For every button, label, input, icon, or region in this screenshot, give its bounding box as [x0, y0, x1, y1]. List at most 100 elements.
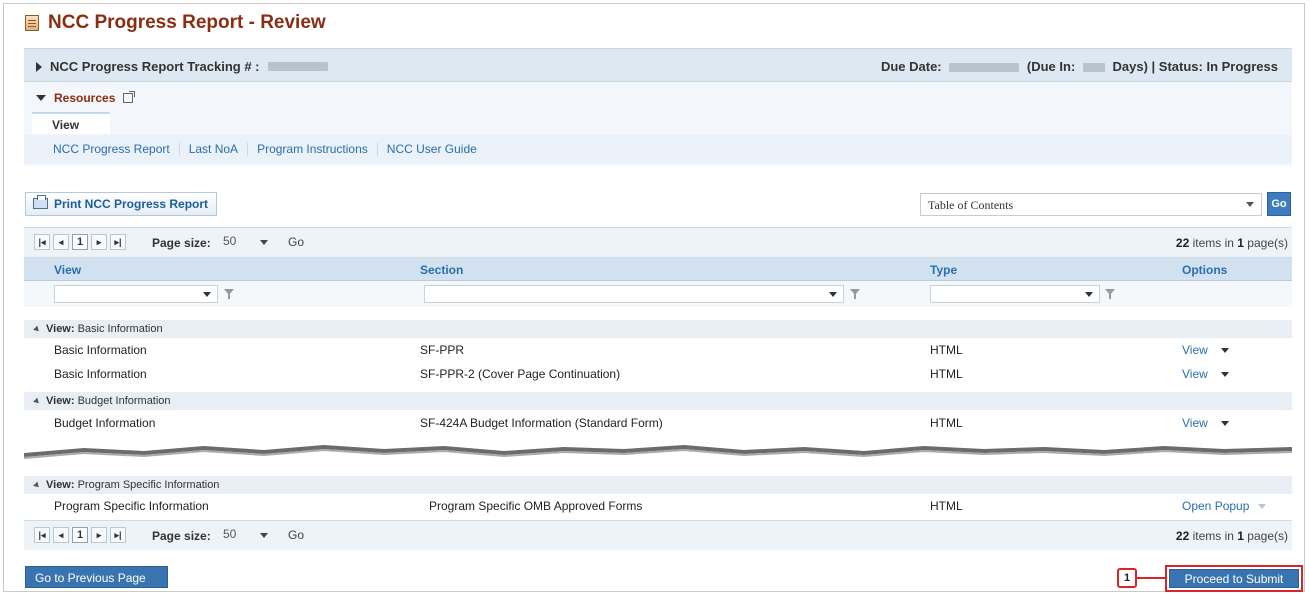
- report-icon: [25, 15, 39, 31]
- cell-type: HTML: [930, 343, 963, 357]
- table-row: Budget Information SF-424A Budget Inform…: [24, 411, 1292, 435]
- next-page-icon[interactable]: ▸: [91, 527, 107, 543]
- redacted-due-date: [949, 63, 1020, 73]
- group-label: Budget Information: [77, 395, 171, 407]
- group-prefix: View:: [46, 479, 75, 491]
- filter-icon[interactable]: [224, 289, 234, 299]
- pages-count-number: 1: [1237, 529, 1244, 543]
- page-size-go-button[interactable]: Go: [288, 235, 304, 249]
- torn-page-divider: [24, 439, 1292, 465]
- link-ncc-progress-report[interactable]: NCC Progress Report: [46, 142, 180, 156]
- resource-links: NCC Progress Report Last NoA Program Ins…: [24, 135, 1292, 163]
- tracking-label: NCC Progress Report Tracking # :: [50, 59, 260, 74]
- type-filter-input[interactable]: [930, 285, 1100, 303]
- collapse-arrow-icon: [33, 397, 41, 405]
- view-link[interactable]: View: [1182, 343, 1208, 357]
- items-count: 22 items in 1 page(s): [1176, 236, 1288, 250]
- items-count-text: items in: [1189, 236, 1238, 250]
- due-date-label: Due Date:: [880, 59, 942, 74]
- redacted-tracking-number: [267, 62, 328, 71]
- filter-row: [24, 281, 1292, 307]
- last-page-icon[interactable]: ▸|: [110, 527, 126, 543]
- pager-nav: |◂ ◂ 1 ▸ ▸|: [34, 234, 126, 250]
- resources-panel: Resources View NCC Progress Report Last …: [24, 82, 1292, 166]
- prev-page-icon[interactable]: ◂: [53, 234, 69, 250]
- current-page[interactable]: 1: [72, 234, 88, 250]
- chevron-down-icon: [260, 240, 268, 245]
- cell-section: SF-PPR-2 (Cover Page Continuation): [420, 367, 621, 381]
- pages-count-number: 1: [1237, 236, 1244, 250]
- chevron-down-icon[interactable]: [1221, 421, 1229, 426]
- items-count-number: 22: [1175, 529, 1190, 543]
- prev-page-icon[interactable]: ◂: [53, 527, 69, 543]
- go-to-previous-page-button[interactable]: Go to Previous Page: [25, 566, 168, 588]
- current-page[interactable]: 1: [72, 527, 88, 543]
- column-header-view[interactable]: View: [54, 263, 81, 277]
- collapse-arrow-icon: [36, 95, 46, 101]
- table-of-contents-select[interactable]: Table of Contents: [920, 193, 1262, 216]
- page-size-label: Page size:: [152, 529, 211, 543]
- open-popup-link[interactable]: Open Popup: [1182, 499, 1249, 513]
- page-size-label: Page size:: [152, 236, 211, 250]
- page-size-value: 50: [223, 527, 237, 541]
- pages-count-text: page(s): [1243, 529, 1288, 543]
- items-count-number: 22: [1175, 236, 1190, 250]
- due-in-label: (Due In:: [1026, 59, 1076, 74]
- page-size-value: 50: [223, 234, 237, 248]
- cell-section: SF-PPR: [420, 343, 465, 357]
- group-header[interactable]: View: Budget Information: [24, 392, 1292, 410]
- view-link[interactable]: View: [1182, 416, 1208, 430]
- tracking-toggle[interactable]: NCC Progress Report Tracking # :: [36, 59, 328, 74]
- chevron-down-icon: [829, 292, 837, 297]
- cell-type: HTML: [930, 499, 963, 513]
- callout-connector: [1137, 577, 1165, 579]
- group-prefix: View:: [46, 395, 75, 407]
- group-header[interactable]: View: Program Specific Information: [24, 476, 1292, 494]
- view-link[interactable]: View: [1182, 367, 1208, 381]
- link-last-noa[interactable]: Last NoA: [180, 142, 249, 156]
- column-header-section[interactable]: Section: [420, 263, 463, 277]
- chevron-down-icon[interactable]: [1221, 348, 1229, 353]
- section-filter-input[interactable]: [424, 285, 844, 303]
- proceed-to-submit-button[interactable]: Proceed to Submit: [1169, 569, 1299, 588]
- print-report-button[interactable]: Print NCC Progress Report: [25, 192, 218, 216]
- pager-bottom: |◂ ◂ 1 ▸ ▸| Page size: 50 Go 22 items in…: [24, 520, 1292, 550]
- toc-go-button[interactable]: Go: [1267, 192, 1291, 216]
- cell-section: SF-424A Budget Information (Standard For…: [420, 416, 663, 430]
- cell-view: Budget Information: [54, 416, 156, 430]
- next-page-icon[interactable]: ▸: [91, 234, 107, 250]
- chevron-down-icon[interactable]: [1258, 504, 1266, 509]
- chevron-down-icon: [260, 533, 268, 538]
- first-page-icon[interactable]: |◂: [34, 527, 50, 543]
- tab-view[interactable]: View: [32, 112, 110, 134]
- sections-grid: |◂ ◂ 1 ▸ ▸| Page size: 50 Go 22 items in…: [24, 227, 1292, 550]
- view-filter-input[interactable]: [54, 285, 218, 303]
- resources-toggle[interactable]: Resources: [36, 91, 136, 105]
- page-title: NCC Progress Report - Review: [48, 12, 326, 33]
- cell-type: HTML: [930, 367, 963, 381]
- cell-type: HTML: [930, 416, 963, 430]
- last-page-icon[interactable]: ▸|: [110, 234, 126, 250]
- table-row: Program Specific Information Program Spe…: [24, 494, 1292, 518]
- group-label: Basic Information: [77, 323, 163, 335]
- external-link-icon[interactable]: [123, 91, 136, 103]
- group-header[interactable]: View: Basic Information: [24, 320, 1292, 338]
- callout-highlight-box: Proceed to Submit: [1165, 565, 1303, 592]
- resources-heading: Resources: [54, 91, 116, 105]
- cell-view: Program Specific Information: [54, 499, 209, 513]
- collapse-arrow-icon: [33, 325, 41, 333]
- filter-icon[interactable]: [1105, 289, 1115, 299]
- items-count: 22 items in 1 page(s): [1176, 529, 1288, 543]
- status-label: Days) | Status: In Progress: [1112, 59, 1278, 74]
- filter-icon[interactable]: [850, 289, 860, 299]
- link-ncc-user-guide[interactable]: NCC User Guide: [378, 142, 486, 156]
- pager-top: |◂ ◂ 1 ▸ ▸| Page size: 50 Go 22 items in…: [24, 228, 1292, 258]
- chevron-down-icon[interactable]: [1221, 372, 1229, 377]
- first-page-icon[interactable]: |◂: [34, 234, 50, 250]
- column-header-options: Options: [1182, 263, 1228, 277]
- column-header-type[interactable]: Type: [930, 263, 957, 277]
- page-size-select[interactable]: 50: [218, 527, 278, 544]
- link-program-instructions[interactable]: Program Instructions: [248, 142, 378, 156]
- page-size-go-button[interactable]: Go: [288, 528, 304, 542]
- page-size-select[interactable]: 50: [218, 234, 278, 251]
